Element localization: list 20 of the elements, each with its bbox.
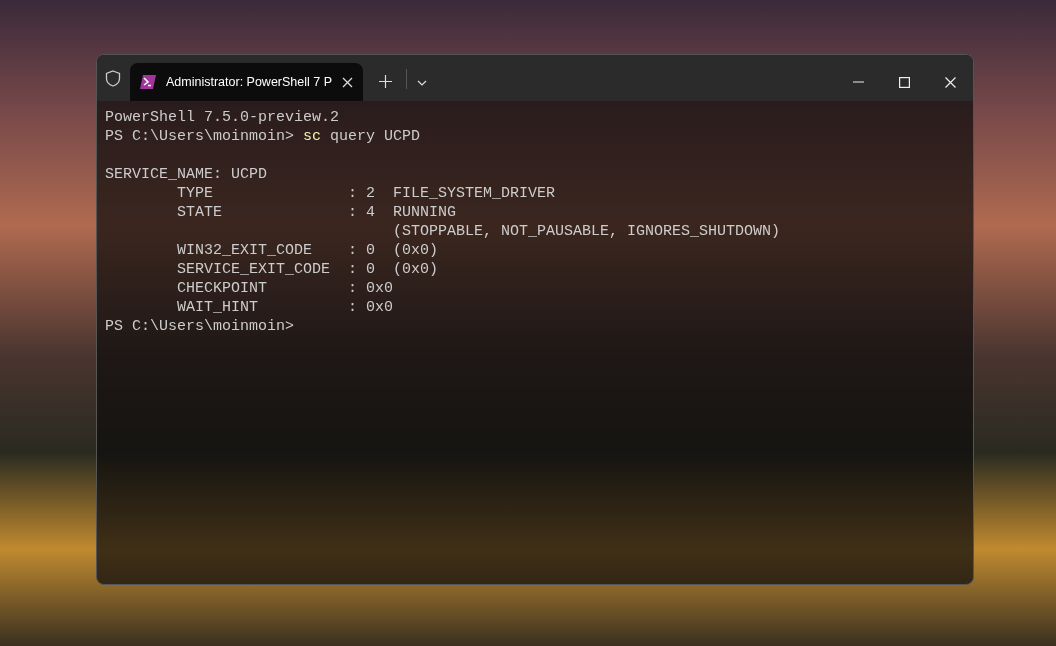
output-line: SERVICE_EXIT_CODE : 0 (0x0) — [176, 261, 439, 278]
tab-title: Administrator: PowerShell 7 P — [166, 75, 333, 89]
close-tab-icon[interactable] — [342, 76, 354, 88]
new-tab-icon[interactable] — [379, 75, 393, 88]
output-line: (STOPPABLE, NOT_PAUSABLE, IGNORES_SHUTDOWN) — [392, 223, 781, 240]
command-text: sc — [303, 128, 322, 145]
shield-icon — [105, 70, 121, 87]
output-line: SERVICE_NAME: UCPD — [105, 166, 268, 183]
output-line: TYPE : 2 FILE_SYSTEM_DRIVER — [176, 185, 556, 202]
command-arguments: query UCPD — [330, 128, 421, 145]
terminal-tab[interactable]: Administrator: PowerShell 7 P — [130, 63, 364, 101]
prompt-text: PS C:\Users\moinmoin> — [105, 318, 295, 335]
output-line: WIN32_EXIT_CODE : 0 (0x0) — [176, 242, 439, 259]
prompt-text: PS C:\Users\moinmoin> — [105, 128, 295, 145]
output-line: PowerShell 7.5.0-preview.2 — [105, 109, 340, 126]
powershell-icon — [140, 75, 156, 89]
output-line: CHECKPOINT : 0x0 — [176, 280, 394, 297]
chevron-down-icon[interactable] — [417, 80, 428, 86]
output-line: STATE : 4 RUNNING — [176, 204, 457, 221]
output-line: WAIT_HINT : 0x0 — [176, 299, 394, 316]
